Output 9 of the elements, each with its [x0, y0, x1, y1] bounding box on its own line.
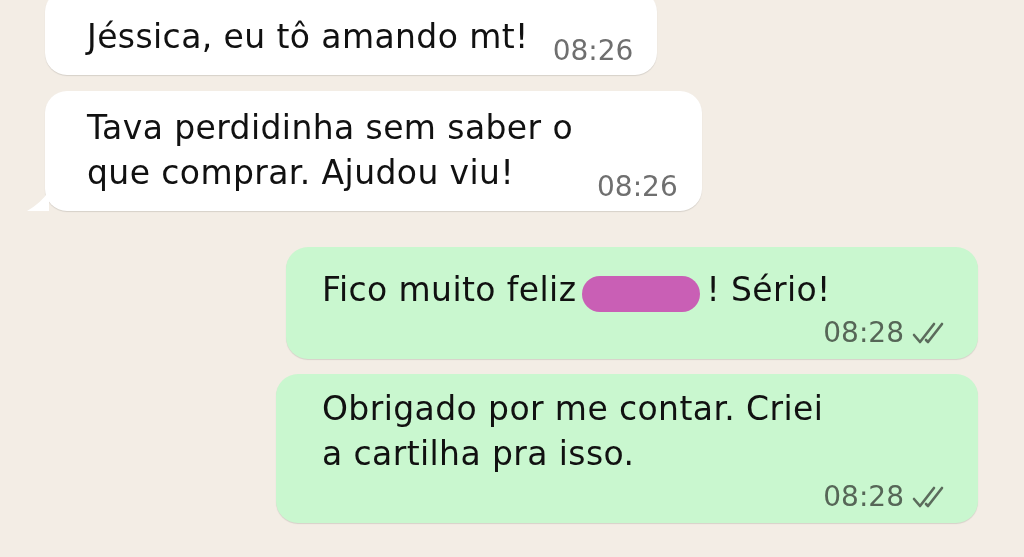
message-time: 08:26	[552, 34, 634, 67]
message-text: Tava perdidinha sem saber o que comprar. Ajudou viu!	[87, 107, 573, 194]
message-time: 08:28	[823, 480, 904, 513]
message-text: Jéssica, eu tô amando mt!	[87, 16, 529, 58]
message-text: ! Sério!	[706, 269, 831, 311]
message-text: Fico muito feliz	[322, 269, 577, 311]
message-time: 08:26	[597, 170, 678, 203]
message-text: Obrigado por me contar. Criei a cartilha pra isso.	[322, 388, 824, 475]
message-time: 08:28	[823, 316, 904, 349]
